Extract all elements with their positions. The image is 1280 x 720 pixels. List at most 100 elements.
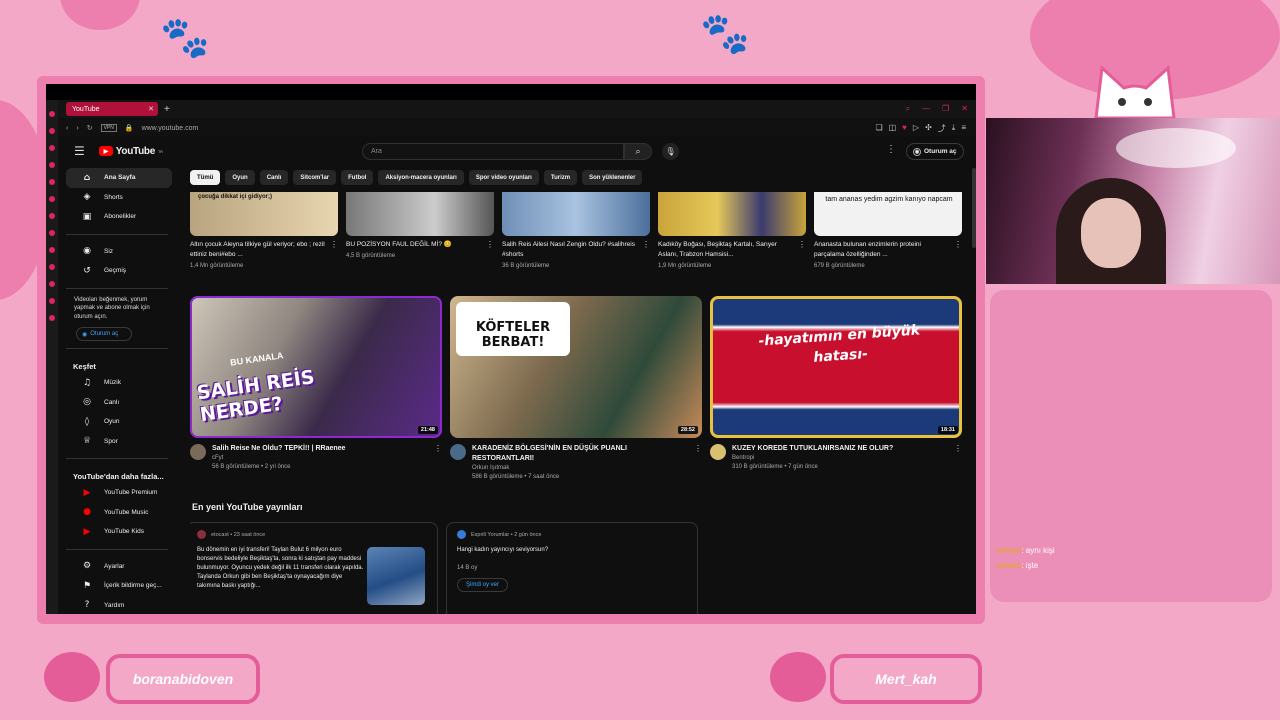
more-options-icon[interactable]: ⋮ bbox=[886, 144, 896, 155]
video-title[interactable]: Salih Reis Ailesi Nasıl Zengin Oldu? #sa… bbox=[502, 240, 650, 260]
video-card[interactable]: tam ananas yedim agzim kanıyo napcam ⋮ Ana… bbox=[814, 192, 962, 270]
chip-6[interactable]: Spor video oyunları bbox=[468, 170, 539, 185]
chip-1[interactable]: Oyun bbox=[225, 170, 255, 185]
channel-name[interactable]: cFyt bbox=[212, 454, 357, 463]
guide-item-you[interactable]: ◉ Siz bbox=[66, 242, 172, 262]
video-title[interactable]: Altın çocuk Aleyna tilkiye gül veriyor; … bbox=[190, 240, 338, 260]
video-card[interactable]: KÖFTELER BERBAT! 28:52 KARADENİZ BÖLGESİ'N… bbox=[450, 296, 702, 482]
more-actions-icon[interactable]: ⋮ bbox=[642, 240, 650, 249]
hamburger-menu-icon[interactable]: ☰ bbox=[74, 144, 85, 158]
avatar[interactable] bbox=[710, 444, 726, 460]
video-card[interactable]: ⋮ Salih Reis Ailesi Nasıl Zengin Oldu? #s… bbox=[502, 192, 650, 270]
guide-item-live[interactable]: ◎ Canlı bbox=[66, 393, 172, 413]
new-tab-button[interactable]: + bbox=[164, 104, 170, 115]
bookmark-icon[interactable]: ❏ bbox=[875, 123, 882, 134]
chip-8[interactable]: Son yüklenenler bbox=[582, 170, 643, 185]
guide-item-shorts[interactable]: ◈ Shorts bbox=[66, 188, 172, 208]
tab-youtube[interactable]: YouTube ✕ bbox=[66, 102, 158, 116]
more-actions-icon[interactable]: ⋮ bbox=[486, 240, 494, 249]
channel-name[interactable]: Bentropi bbox=[732, 454, 905, 463]
video-thumbnail[interactable] bbox=[346, 192, 494, 236]
close-tab-icon[interactable]: ✕ bbox=[148, 105, 154, 113]
more-actions-icon[interactable]: ⋮ bbox=[434, 444, 442, 453]
post-image[interactable] bbox=[367, 547, 425, 605]
chip-2[interactable]: Canlı bbox=[259, 170, 289, 185]
guide-item-youtube-music[interactable]: ● YouTube Music bbox=[66, 503, 172, 523]
avatar[interactable] bbox=[450, 444, 466, 460]
search-button[interactable]: ⌕ bbox=[624, 143, 652, 160]
guide-item-settings[interactable]: ⚙ Ayarlar bbox=[66, 557, 172, 577]
video-title[interactable]: Ananasta bulunan enzimlerin proteini par… bbox=[814, 240, 962, 260]
video-thumbnail[interactable]: çocuğa dikkat içi gidiyor;) bbox=[190, 192, 338, 236]
search-tabs-icon[interactable]: ⌕ bbox=[906, 104, 910, 114]
url-field[interactable]: www.youtube.com bbox=[142, 125, 199, 132]
video-thumbnail[interactable]: -hayatımın en büyük hatası- 18:31 bbox=[710, 296, 962, 438]
video-thumbnail[interactable]: KÖFTELER BERBAT! 28:52 bbox=[450, 296, 702, 438]
guide-item-music[interactable]: ♫ Müzik bbox=[66, 373, 172, 393]
close-window-icon[interactable]: ✕ bbox=[961, 104, 968, 114]
video-title[interactable]: Kadıköy Boğası, Beşiktaş Kartalı, Sarıye… bbox=[658, 240, 806, 260]
channel-name[interactable]: Orkun Işıtmak bbox=[472, 464, 702, 473]
video-card[interactable]: -hayatımın en büyük hatası- 18:31 KUZEY KO… bbox=[710, 296, 962, 482]
chip-4[interactable]: Futbol bbox=[341, 170, 374, 185]
guide-item-youtube-premium[interactable]: ▶ YouTube Premium bbox=[66, 483, 172, 503]
share-icon[interactable]: ⤴ bbox=[938, 123, 946, 134]
signin-button[interactable]: ◉ Oturum aç bbox=[906, 143, 964, 160]
video-thumbnail[interactable]: tam ananas yedim agzim kanıyo napcam bbox=[814, 192, 962, 236]
guide-separator bbox=[66, 233, 168, 235]
chip-0[interactable]: Tümü bbox=[190, 170, 221, 185]
video-title[interactable]: Salih Reise Ne Oldu? TEPKİ!! | RRaenee bbox=[212, 444, 357, 454]
video-card[interactable]: çocuğa dikkat içi gidiyor;) ⋮ Altın çocuk … bbox=[190, 192, 338, 270]
video-card[interactable]: ⋮ Kadıköy Boğası, Beşiktaş Kartalı, Sarıy… bbox=[658, 192, 806, 270]
video-card[interactable]: BU KANALA SALİH REİS NERDE? 21:48 Salih Rei… bbox=[190, 296, 442, 482]
forward-icon[interactable]: › bbox=[76, 125, 78, 132]
avatar[interactable] bbox=[457, 530, 466, 539]
extension-icon[interactable]: ✣ bbox=[925, 123, 932, 134]
vpn-badge[interactable]: VPN bbox=[100, 124, 117, 132]
video-title[interactable]: KUZEY KOREDE TUTUKLANIRSANIZ NE OLUR? bbox=[732, 444, 905, 454]
scrollbar[interactable] bbox=[972, 168, 976, 248]
guide-item-gaming[interactable]: ◊ Oyun bbox=[66, 412, 172, 432]
youtube-logo[interactable]: ▶ YouTube TR bbox=[98, 146, 163, 157]
minimize-icon[interactable]: — bbox=[922, 104, 930, 114]
video-title[interactable]: KARADENİZ BÖLGESİ'NİN EN DÜŞÜK PUANLI RE… bbox=[472, 444, 702, 464]
chip-5[interactable]: Aksiyon-macera oyunları bbox=[378, 170, 464, 185]
more-actions-icon[interactable]: ⋮ bbox=[694, 444, 702, 453]
vote-now-button[interactable]: Şimdi oy ver bbox=[457, 578, 509, 592]
more-actions-icon[interactable]: ⋮ bbox=[954, 240, 962, 249]
video-thumbnail[interactable] bbox=[502, 192, 650, 236]
video-card[interactable]: ⋮ BU POZİSYON FAUL DEĞİL Mİ? 😊 4,5 B görün… bbox=[346, 192, 494, 270]
video-thumbnail[interactable] bbox=[658, 192, 806, 236]
chip-3[interactable]: Sitcom'lar bbox=[293, 170, 337, 185]
avatar[interactable] bbox=[190, 444, 206, 460]
guide-item-report[interactable]: ⚑ İçerik bildirme geç... bbox=[66, 576, 172, 596]
search-input[interactable]: Ara bbox=[362, 143, 624, 160]
snapshot-icon[interactable]: ◫ bbox=[889, 123, 897, 134]
guide-item-home[interactable]: ⌂ Ana Sayfa bbox=[66, 168, 172, 188]
download-icon[interactable]: ⤓ bbox=[952, 123, 956, 134]
post-channel[interactable]: etocast • 23 saat önce bbox=[211, 532, 265, 538]
voice-search-button[interactable]: 🎙 bbox=[662, 143, 679, 160]
guide-item-sports[interactable]: ♕ Spor bbox=[66, 432, 172, 452]
promo-signin-button[interactable]: ◉ Oturum aç bbox=[76, 327, 132, 341]
guide-item-help[interactable]: ? Yardım bbox=[66, 596, 172, 615]
video-thumbnail[interactable]: BU KANALA SALİH REİS NERDE? 21:48 bbox=[190, 296, 442, 438]
post-card[interactable]: etocast • 23 saat önce Bu dönemin en iyi… bbox=[190, 522, 438, 614]
reload-icon[interactable]: ↻ bbox=[87, 124, 93, 132]
guide-item-youtube-kids[interactable]: ▶ YouTube Kids bbox=[66, 522, 172, 542]
more-actions-icon[interactable]: ⋮ bbox=[954, 444, 962, 453]
post-card[interactable]: Esprili Yorumlar • 2 gün önce Hangi kadı… bbox=[446, 522, 698, 614]
more-actions-icon[interactable]: ⋮ bbox=[798, 240, 806, 249]
guide-item-subscriptions[interactable]: ▣ Abonelikler bbox=[66, 207, 172, 227]
video-title[interactable]: BU POZİSYON FAUL DEĞİL Mİ? 😊 bbox=[346, 240, 494, 250]
more-actions-icon[interactable]: ⋮ bbox=[330, 240, 338, 249]
menu-icon[interactable]: ≡ bbox=[961, 123, 966, 134]
avatar[interactable] bbox=[197, 530, 206, 539]
play-icon[interactable]: ▷ bbox=[913, 123, 919, 134]
chip-7[interactable]: Turizm bbox=[543, 170, 578, 185]
maximize-icon[interactable]: ❐ bbox=[942, 104, 949, 114]
heart-icon[interactable]: ♥ bbox=[902, 123, 907, 134]
guide-item-history[interactable]: ↺ Geçmiş bbox=[66, 261, 172, 281]
back-icon[interactable]: ‹ bbox=[66, 125, 68, 132]
post-channel[interactable]: Esprili Yorumlar • 2 gün önce bbox=[471, 532, 541, 538]
